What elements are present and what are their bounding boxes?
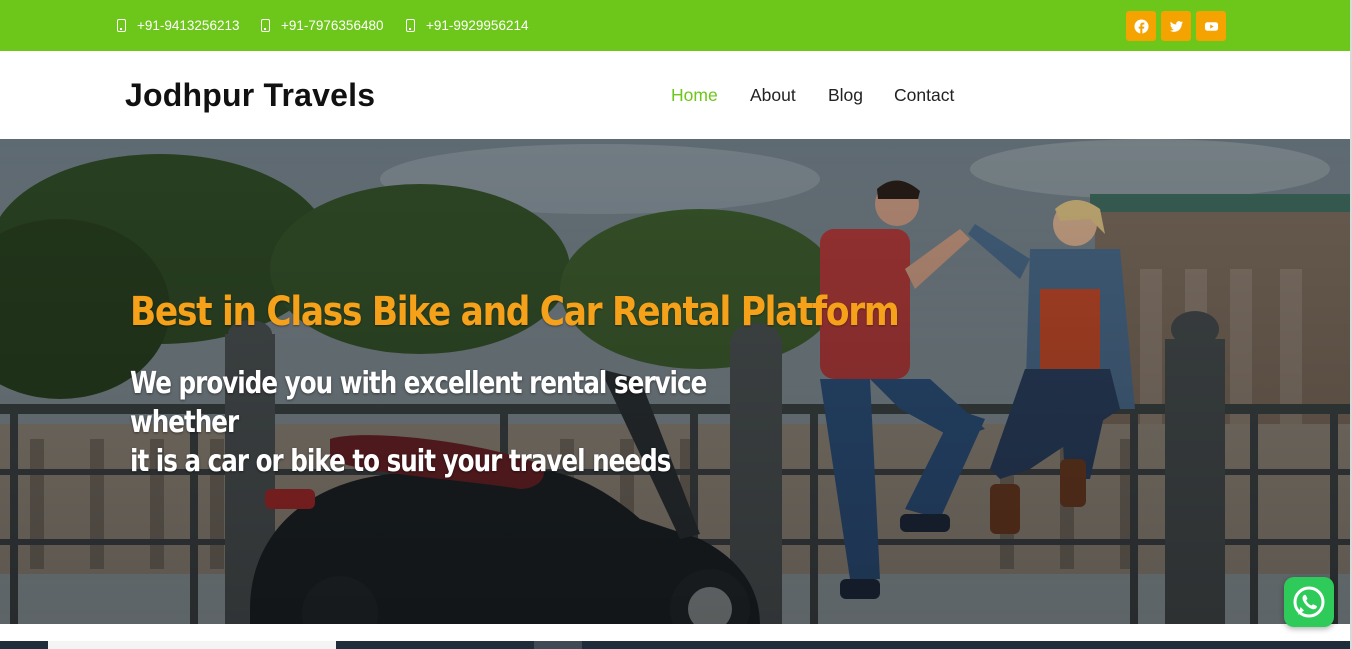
phone-link-3[interactable]: +91-9929956214 xyxy=(406,16,528,34)
youtube-button[interactable] xyxy=(1196,11,1226,41)
nav-blog[interactable]: Blog xyxy=(828,85,863,106)
contact-bar: +91-9413256213 +91-7976356480 +91-992995… xyxy=(0,0,1350,51)
phone-icon xyxy=(117,18,126,32)
facebook-button[interactable] xyxy=(1126,11,1156,41)
whatsapp-icon xyxy=(1293,586,1325,618)
next-section-preview xyxy=(0,641,1350,649)
hero-subtitle-line-1: We provide you with excellent rental ser… xyxy=(130,366,707,440)
section-card xyxy=(48,641,336,649)
phone-icon xyxy=(261,18,270,32)
section-block xyxy=(534,641,582,649)
site-header: Jodhpur Travels Home About Blog Contact xyxy=(0,51,1350,139)
twitter-icon xyxy=(1169,20,1183,32)
nav-contact[interactable]: Contact xyxy=(894,85,954,106)
hero-banner: Best in Class Bike and Car Rental Platfo… xyxy=(0,139,1350,624)
hero-subtitle-line-2: it is a car or bike to suit your travel … xyxy=(130,444,671,479)
hero-title: Best in Class Bike and Car Rental Platfo… xyxy=(130,289,900,335)
phone-number: +91-9413256213 xyxy=(137,17,240,33)
whatsapp-chat-button[interactable] xyxy=(1284,577,1334,627)
phone-link-2[interactable]: +91-7976356480 xyxy=(261,16,383,34)
nav-about[interactable]: About xyxy=(750,85,796,106)
youtube-icon xyxy=(1204,21,1218,31)
hero-subtitle: We provide you with excellent rental ser… xyxy=(130,364,720,481)
phone-number: +91-9929956214 xyxy=(426,17,529,33)
nav-home[interactable]: Home xyxy=(671,85,718,106)
facebook-icon xyxy=(1133,18,1149,34)
phone-icon xyxy=(406,18,415,32)
twitter-button[interactable] xyxy=(1161,11,1191,41)
phone-link-1[interactable]: +91-9413256213 xyxy=(117,16,239,34)
site-logo[interactable]: Jodhpur Travels xyxy=(125,77,375,114)
phone-number: +91-7976356480 xyxy=(281,17,384,33)
